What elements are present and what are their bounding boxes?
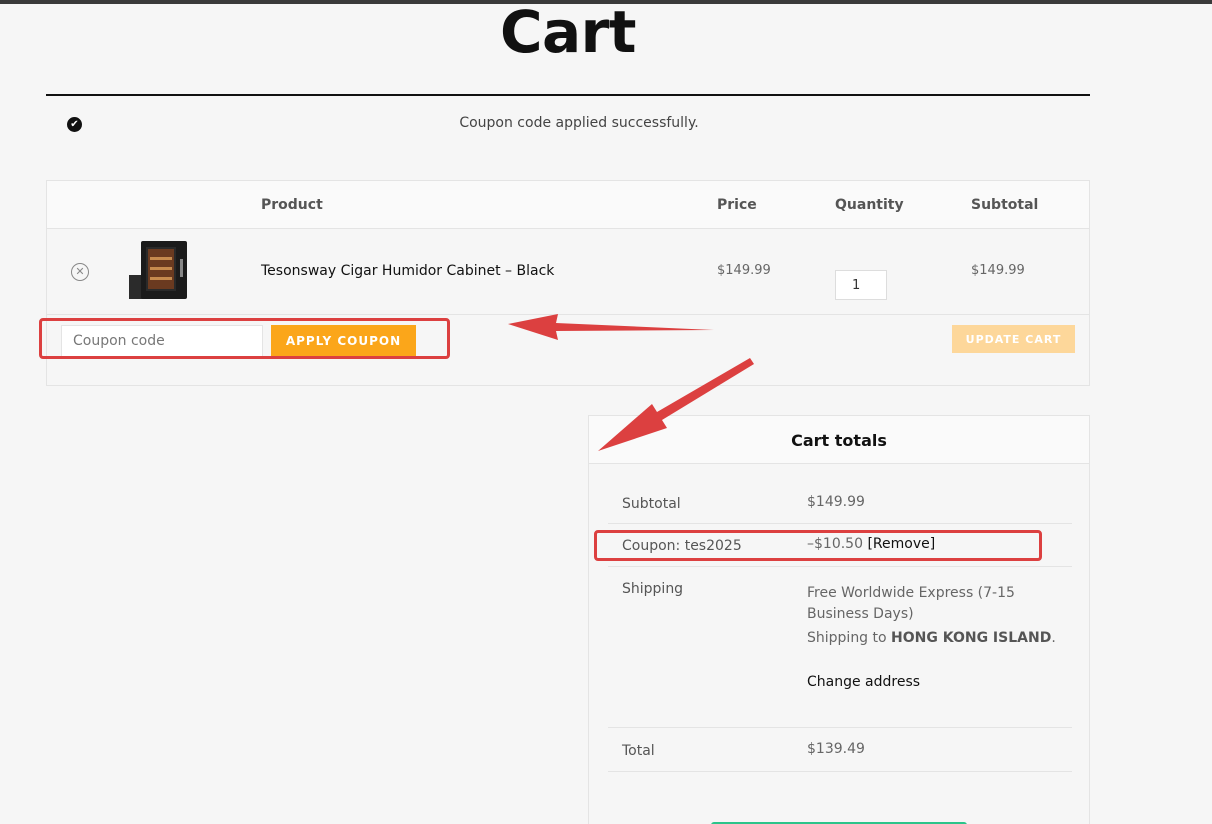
product-name-link[interactable]: Tesonsway Cigar Humidor Cabinet – Black <box>261 263 554 279</box>
total-value: $139.49 <box>807 741 865 757</box>
cabinet-shelf-shape <box>150 277 172 280</box>
quantity-input[interactable] <box>835 270 887 300</box>
update-cart-button[interactable]: UPDATE CART <box>952 325 1075 353</box>
shipping-destination: Shipping to HONG KONG ISLAND. <box>807 630 1067 646</box>
coupon-success-notice: ✔ Coupon code applied successfully. <box>46 110 1090 140</box>
notice-message: Coupon code applied successfully. <box>459 115 699 131</box>
remove-item-icon[interactable]: ✕ <box>71 263 89 281</box>
subtotal-value: $149.99 <box>807 494 865 510</box>
subtotal-label: Subtotal <box>622 496 681 512</box>
change-address-link[interactable]: Change address <box>807 674 920 690</box>
product-thumbnail[interactable] <box>127 239 189 303</box>
cart-totals-header: Cart totals <box>589 416 1089 464</box>
table-row: ✕ Tesonsway Cigar Humidor Cabinet – Blac… <box>47 229 1089 315</box>
shipping-to-region: HONG KONG ISLAND <box>891 630 1052 646</box>
totals-row-shipping: Shipping Free Worldwide Express (7-15 Bu… <box>608 567 1072 728</box>
item-subtotal: $149.99 <box>971 263 1025 278</box>
cabinet-door-shape <box>146 247 176 291</box>
humidor-cabinet-shape <box>141 241 187 299</box>
cabinet-shelf-shape <box>150 257 172 260</box>
item-price: $149.99 <box>717 263 771 278</box>
header-quantity: Quantity <box>835 197 904 213</box>
cart-table-header: Product Price Quantity Subtotal <box>47 181 1089 229</box>
cabinet-shelf-shape <box>150 267 172 270</box>
cart-totals-panel: Cart totals Subtotal $149.99 Coupon: tes… <box>588 415 1090 824</box>
page-title: Cart <box>499 0 637 66</box>
shipping-to-prefix: Shipping to <box>807 630 887 646</box>
annotation-discount-box <box>594 530 1042 561</box>
shipping-to-suffix: . <box>1051 630 1056 646</box>
header-subtotal: Subtotal <box>971 197 1039 213</box>
cart-totals-title: Cart totals <box>791 431 887 450</box>
cabinet-handle-shape <box>180 259 183 277</box>
annotation-coupon-box <box>39 318 450 359</box>
shipping-method: Free Worldwide Express (7-15 Business Da… <box>807 585 1015 622</box>
totals-row-total: Total $139.49 <box>608 728 1072 772</box>
shipping-label: Shipping <box>622 581 684 597</box>
totals-row-subtotal: Subtotal $149.99 <box>608 478 1072 524</box>
header-product: Product <box>261 197 323 213</box>
header-price: Price <box>717 197 757 213</box>
total-label: Total <box>622 743 655 759</box>
title-divider <box>46 94 1090 96</box>
